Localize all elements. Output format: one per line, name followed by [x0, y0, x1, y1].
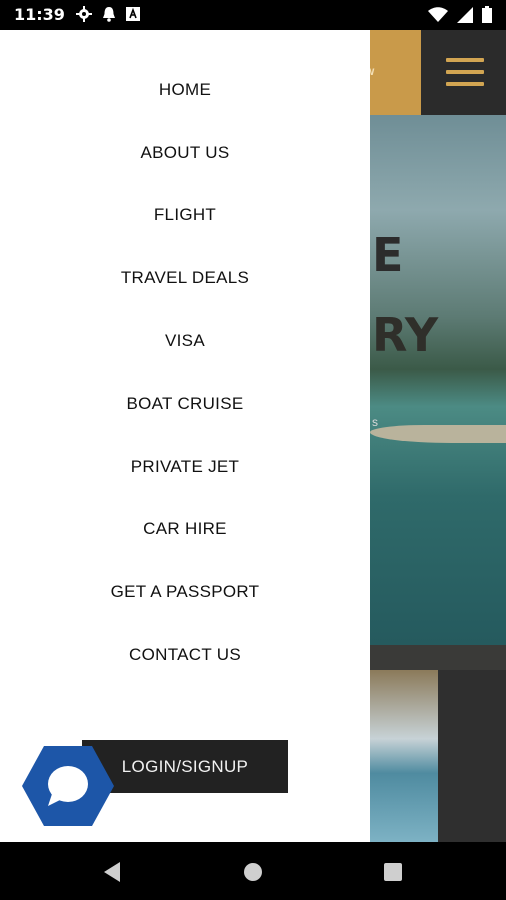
a-icon [126, 7, 140, 21]
menu-item-flight[interactable]: FLIGHT [0, 205, 370, 225]
system-nav-bar [0, 842, 506, 900]
status-time: 11:39 [14, 5, 65, 24]
secondary-panel [438, 670, 506, 842]
menu-item-private-jet[interactable]: PRIVATE JET [0, 457, 370, 477]
home-icon[interactable] [243, 862, 263, 882]
menu-item-get-a-passport[interactable]: GET A PASSPORT [0, 582, 370, 602]
gear-icon [76, 6, 92, 22]
secondary-photo [370, 670, 438, 842]
status-bar: 11:39 [0, 0, 506, 30]
recents-icon[interactable] [384, 863, 402, 881]
hamburger-icon[interactable] [446, 58, 484, 86]
menu-item-car-hire[interactable]: CAR HIRE [0, 519, 370, 539]
battery-icon [482, 6, 492, 23]
navigation-drawer: HOME ABOUT US FLIGHT TRAVEL DEALS VISA B… [0, 30, 370, 842]
menu-item-travel-deals[interactable]: TRAVEL DEALS [0, 268, 370, 288]
menu-item-boat-cruise[interactable]: BOAT CRUISE [0, 394, 370, 414]
hero-partial-subtitle: RY [372, 308, 439, 362]
chat-icon[interactable] [22, 744, 114, 828]
menu-item-home[interactable]: HOME [0, 80, 370, 100]
hero-partial-title: E [372, 228, 404, 282]
bell-icon [103, 7, 115, 22]
menu-item-about-us[interactable]: ABOUT US [0, 143, 370, 163]
hero-partial-caption: s [372, 415, 378, 429]
signal-icon [457, 6, 473, 23]
wifi-icon [428, 6, 448, 22]
menu-item-visa[interactable]: VISA [0, 331, 370, 351]
back-icon[interactable] [102, 861, 122, 883]
menu-item-contact-us[interactable]: CONTACT US [0, 645, 370, 665]
